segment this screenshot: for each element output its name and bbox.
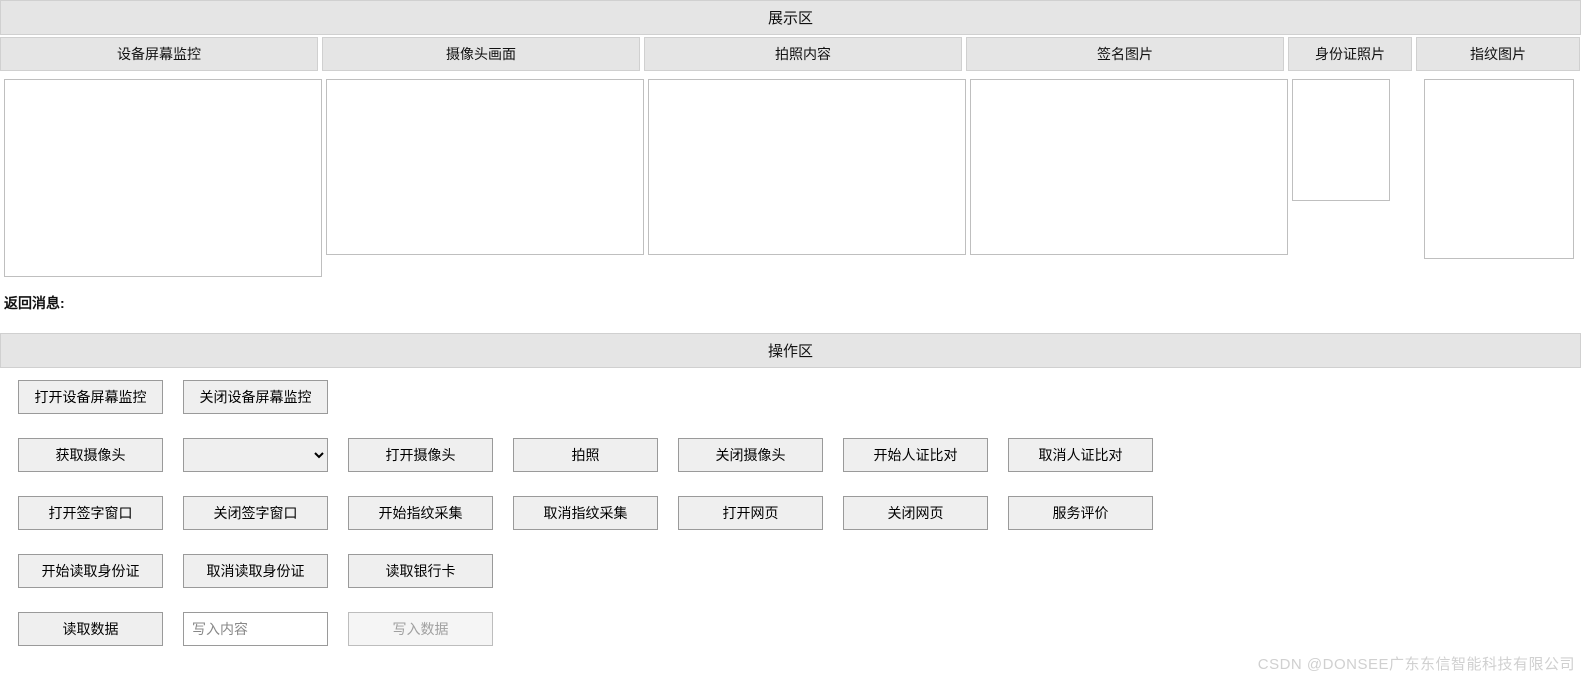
button-row-4: 开始读取身份证 取消读取身份证 读取银行卡 bbox=[18, 554, 1563, 588]
open-camera-button[interactable]: 打开摄像头 bbox=[348, 438, 493, 472]
start-fingerprint-button[interactable]: 开始指纹采集 bbox=[348, 496, 493, 530]
read-bank-card-button[interactable]: 读取银行卡 bbox=[348, 554, 493, 588]
close-webpage-button[interactable]: 关闭网页 bbox=[843, 496, 988, 530]
start-face-compare-button[interactable]: 开始人证比对 bbox=[843, 438, 988, 472]
box-camera-view bbox=[326, 79, 644, 255]
display-section-header: 展示区 bbox=[0, 0, 1581, 35]
take-photo-button[interactable]: 拍照 bbox=[513, 438, 658, 472]
cancel-read-id-button[interactable]: 取消读取身份证 bbox=[183, 554, 328, 588]
get-camera-button[interactable]: 获取摄像头 bbox=[18, 438, 163, 472]
return-message-label: 返回消息: bbox=[0, 277, 1581, 333]
write-content-input[interactable] bbox=[183, 612, 328, 646]
cancel-fingerprint-button[interactable]: 取消指纹采集 bbox=[513, 496, 658, 530]
close-sign-window-button[interactable]: 关闭签字窗口 bbox=[183, 496, 328, 530]
close-device-monitor-button[interactable]: 关闭设备屏幕监控 bbox=[183, 380, 328, 414]
close-camera-button[interactable]: 关闭摄像头 bbox=[678, 438, 823, 472]
button-row-5: 读取数据 写入数据 bbox=[18, 612, 1563, 646]
button-row-3: 打开签字窗口 关闭签字窗口 开始指纹采集 取消指纹采集 打开网页 关闭网页 服务… bbox=[18, 496, 1563, 530]
col-fingerprint: 指纹图片 bbox=[1416, 37, 1580, 71]
box-device-monitor bbox=[4, 79, 322, 277]
open-device-monitor-button[interactable]: 打开设备屏幕监控 bbox=[18, 380, 163, 414]
open-sign-window-button[interactable]: 打开签字窗口 bbox=[18, 496, 163, 530]
display-columns-header: 设备屏幕监控 摄像头画面 拍照内容 签名图片 身份证照片 指纹图片 bbox=[0, 37, 1581, 71]
col-device-monitor: 设备屏幕监控 bbox=[0, 37, 318, 71]
operation-section-header: 操作区 bbox=[0, 333, 1581, 368]
button-row-1: 打开设备屏幕监控 关闭设备屏幕监控 bbox=[18, 380, 1563, 414]
box-signature-image bbox=[970, 79, 1288, 255]
cancel-face-compare-button[interactable]: 取消人证比对 bbox=[1008, 438, 1153, 472]
display-boxes-row bbox=[0, 79, 1581, 277]
read-data-button[interactable]: 读取数据 bbox=[18, 612, 163, 646]
col-camera-view: 摄像头画面 bbox=[322, 37, 640, 71]
service-review-button[interactable]: 服务评价 bbox=[1008, 496, 1153, 530]
col-id-photo: 身份证照片 bbox=[1288, 37, 1412, 71]
camera-select[interactable] bbox=[183, 438, 328, 472]
button-row-2: 获取摄像头 打开摄像头 拍照 关闭摄像头 开始人证比对 取消人证比对 bbox=[18, 438, 1563, 472]
box-photo-content bbox=[648, 79, 966, 255]
col-photo-content: 拍照内容 bbox=[644, 37, 962, 71]
write-data-button[interactable]: 写入数据 bbox=[348, 612, 493, 646]
operation-button-area: 打开设备屏幕监控 关闭设备屏幕监控 获取摄像头 打开摄像头 拍照 关闭摄像头 开… bbox=[0, 368, 1581, 646]
watermark-text: CSDN @DONSEE广东东信智能科技有限公司 bbox=[1258, 653, 1575, 674]
open-webpage-button[interactable]: 打开网页 bbox=[678, 496, 823, 530]
start-read-id-button[interactable]: 开始读取身份证 bbox=[18, 554, 163, 588]
col-signature-image: 签名图片 bbox=[966, 37, 1284, 71]
box-fingerprint bbox=[1424, 79, 1574, 259]
box-id-photo bbox=[1292, 79, 1390, 201]
